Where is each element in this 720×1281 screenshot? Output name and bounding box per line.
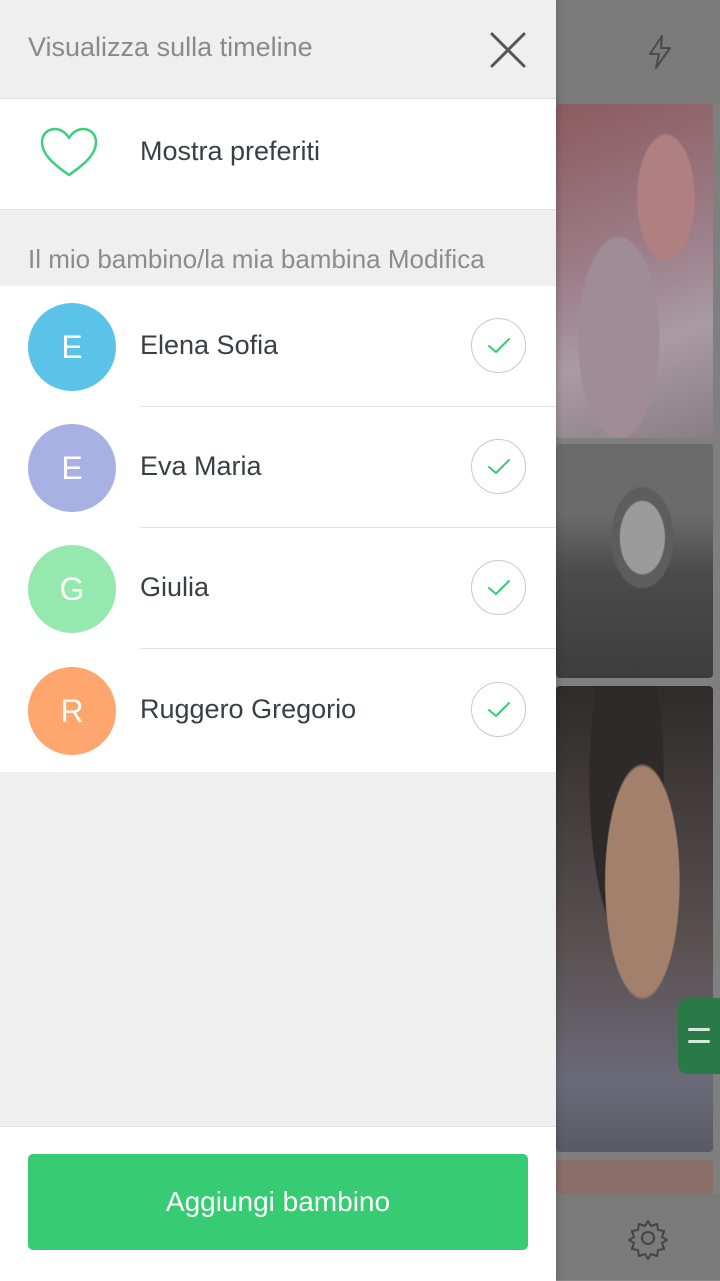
background-top-bar [556,0,720,104]
close-icon[interactable] [486,28,530,72]
heart-icon [40,127,98,177]
show-favorites-row[interactable]: Mostra preferiti [0,99,556,210]
show-favorites-label: Mostra preferiti [140,136,321,166]
divider [140,648,556,649]
check-icon [487,337,510,353]
check-icon [487,701,510,717]
child-name: Elena Sofia [140,330,279,360]
timeline-photo-baby[interactable] [556,104,713,438]
child-name: Giulia [140,572,210,602]
drawer-header: Visualizza sulla timeline [0,0,556,99]
drawer-title: Visualizza sulla timeline [28,32,313,62]
avatar: E [28,303,116,391]
timeline-photo-hay-bale[interactable] [556,444,713,678]
gear-icon[interactable] [626,1216,670,1260]
timeline-photo-partial[interactable] [556,1160,713,1194]
check-toggle[interactable] [471,318,526,373]
child-row[interactable]: G Giulia [0,528,556,649]
my-children-section-header[interactable]: Il mio bambino/la mia bambina Modifica [28,244,485,275]
avatar: R [28,667,116,755]
check-toggle[interactable] [471,682,526,737]
child-row[interactable]: E Elena Sofia [0,286,556,407]
check-toggle[interactable] [471,560,526,615]
timeline-filter-drawer: Visualizza sulla timeline Mostra preferi… [0,0,556,1281]
child-row[interactable]: E Eva Maria [0,407,556,528]
bolt-icon[interactable] [640,32,680,72]
check-icon [487,579,510,595]
drawer-footer: Aggiungi bambino [0,1126,556,1281]
timeline-photo-girl[interactable] [556,686,713,1152]
add-child-button[interactable]: Aggiungi bambino [28,1154,528,1250]
child-name: Eva Maria [140,451,262,481]
avatar: E [28,424,116,512]
check-icon [487,458,510,474]
avatar: G [28,545,116,633]
check-toggle[interactable] [471,439,526,494]
child-name: Ruggero Gregorio [140,694,357,724]
child-row[interactable]: R Ruggero Gregorio [0,650,556,771]
menu-tab-icon[interactable] [678,998,720,1074]
children-list: E Elena Sofia E Eva Maria G Giulia R Rug… [0,286,556,772]
